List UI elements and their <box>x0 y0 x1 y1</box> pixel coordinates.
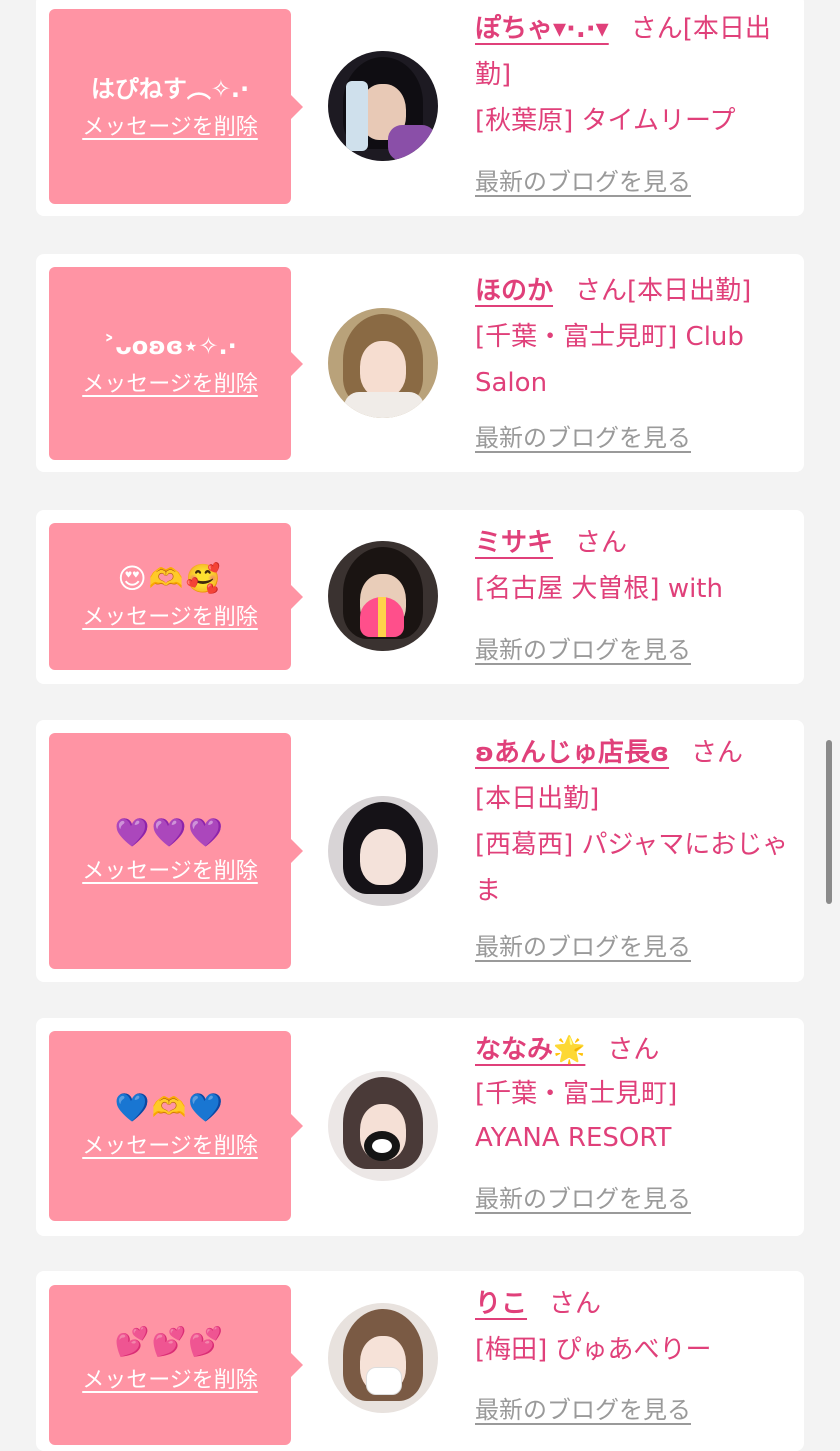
honorific: さん <box>691 738 744 768</box>
message-card: ˃ᴗoʚɞ⋆✧.· メッセージを削除 ほのか さん[本日出勤] [千葉・富士見町]… <box>36 254 804 472</box>
girl-name-link[interactable]: りこ <box>475 1289 527 1319</box>
delete-message-link[interactable]: メッセージを削除 <box>82 1367 258 1395</box>
message-bubble: はぴねす︵✧.· メッセージを削除 <box>49 9 303 204</box>
latest-blog-link[interactable]: 最新のブログを見る <box>475 932 691 962</box>
message-card: 💕💕💕 メッセージを削除 りこ さん [梅田] ぴゅあべりー 最新のブログを見る <box>36 1271 804 1451</box>
message-bubble: 😍🫶🥰 メッセージを削除 <box>49 523 303 670</box>
message-card: 💜💜💜 メッセージを削除 ʚあんじゅ店長ɞ さん [本日出勤] [西葛西] パジャ… <box>36 720 804 982</box>
message-bubble: 💙🫶💙 メッセージを削除 <box>49 1031 303 1221</box>
scrollbar-thumb[interactable] <box>826 740 832 904</box>
avatar-photo-glasses[interactable] <box>328 51 438 161</box>
latest-blog-link[interactable]: 最新のブログを見る <box>475 1184 691 1214</box>
message-card: 💙🫶💙 メッセージを削除 ななみ🌟 さん [千葉・富士見町] AYANA RESO… <box>36 1018 804 1236</box>
delete-message-link[interactable]: メッセージを削除 <box>82 371 258 399</box>
status-text: [本日出勤] <box>475 784 600 814</box>
latest-blog-link[interactable]: 最新のブログを見る <box>475 167 691 197</box>
girl-info: りこ さん [梅田] ぴゅあべりー <box>475 1281 795 1373</box>
avatar-photo-blonde[interactable] <box>328 308 438 418</box>
honorific: さん <box>630 14 683 44</box>
delete-message-link[interactable]: メッセージを削除 <box>82 858 258 886</box>
honorific: さん <box>607 1035 660 1065</box>
message-bubble: 💜💜💜 メッセージを削除 <box>49 733 303 969</box>
shop-location: [梅田] ぴゅあべりー <box>475 1335 712 1365</box>
latest-blog-link[interactable]: 最新のブログを見る <box>475 635 691 665</box>
latest-blog-link[interactable]: 最新のブログを見る <box>475 1395 691 1425</box>
girl-name-link[interactable]: ぽちゃ▾·.·▾ <box>475 14 609 44</box>
honorific: さん <box>575 276 628 306</box>
girl-name-link[interactable]: ほのか <box>475 276 553 306</box>
shop-location: [千葉・富士見町] Club Salon <box>475 322 744 398</box>
avatar-photo-black-hair[interactable] <box>328 796 438 906</box>
status-text: [本日出勤] <box>627 276 752 306</box>
girl-info: ななみ🌟 さん [千葉・富士見町] AYANA RESORT <box>475 1028 795 1160</box>
message-text: はぴねす︵✧.· <box>90 74 250 103</box>
girl-info: ʚあんじゅ店長ɞ さん [本日出勤] [西葛西] パジャマにおじゃま <box>475 730 795 914</box>
message-text: 💜💜💜 <box>114 816 226 849</box>
shop-location: [秋葉原] タイムリープ <box>475 106 736 136</box>
avatar-photo-mask[interactable] <box>328 1303 438 1413</box>
message-card: 😍🫶🥰 メッセージを削除 ミサキ さん [名古屋 大曽根] with 最新のブログ… <box>36 510 804 684</box>
avatar-photo-heart-sticker[interactable] <box>328 541 438 651</box>
girl-info: ぽちゃ▾·.·▾ さん[本日出勤] [秋葉原] タイムリープ <box>475 6 795 144</box>
latest-blog-link[interactable]: 最新のブログを見る <box>475 423 691 453</box>
message-text: 💕💕💕 <box>114 1325 226 1358</box>
shop-location: [名古屋 大曽根] with <box>475 574 723 604</box>
delete-message-link[interactable]: メッセージを削除 <box>82 1133 258 1161</box>
delete-message-link[interactable]: メッセージを削除 <box>82 114 258 142</box>
message-text: ˃ᴗoʚɞ⋆✧.· <box>103 331 237 360</box>
girl-info: ミサキ さん [名古屋 大曽根] with <box>475 520 795 612</box>
message-card: はぴねす︵✧.· メッセージを削除 ぽちゃ▾·.·▾ さん[本日出勤] [秋葉原]… <box>36 0 804 216</box>
shop-location: [西葛西] パジャマにおじゃま <box>475 830 789 906</box>
honorific: さん <box>549 1289 602 1319</box>
honorific: さん <box>575 528 628 558</box>
girl-name-link[interactable]: ななみ🌟 <box>475 1035 585 1065</box>
shop-location: [千葉・富士見町] AYANA RESORT <box>475 1079 678 1153</box>
message-bubble: 💕💕💕 メッセージを削除 <box>49 1285 303 1445</box>
message-bubble: ˃ᴗoʚɞ⋆✧.· メッセージを削除 <box>49 267 303 460</box>
girl-info: ほのか さん[本日出勤] [千葉・富士見町] Club Salon <box>475 268 795 406</box>
message-text: 😍🫶🥰 <box>117 561 223 595</box>
delete-message-link[interactable]: メッセージを削除 <box>82 604 258 632</box>
avatar-photo-mascot-sticker[interactable] <box>328 1071 438 1181</box>
girl-name-link[interactable]: ミサキ <box>475 528 553 558</box>
message-text: 💙🫶💙 <box>114 1091 226 1124</box>
girl-name-link[interactable]: ʚあんじゅ店長ɞ <box>475 738 669 768</box>
